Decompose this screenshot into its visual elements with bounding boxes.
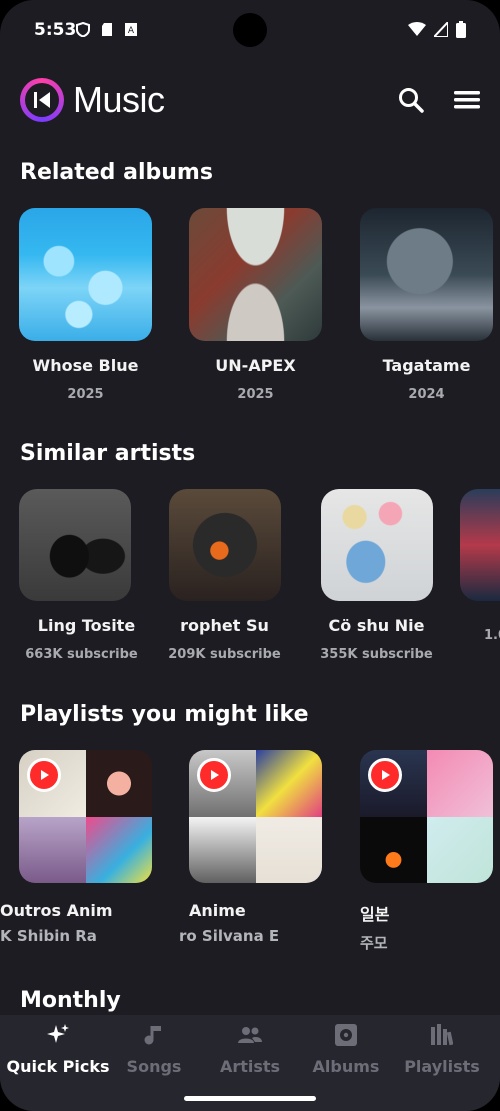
album-card[interactable]: Tagatame 2024	[360, 208, 493, 402]
album-year: 2025	[237, 387, 274, 402]
album-year: 2025	[67, 387, 104, 402]
playlist-subtitle: K Shibin Ra	[0, 927, 97, 945]
nav-label: Artists	[219, 1057, 281, 1076]
section-title-related-albums: Related albums	[20, 160, 213, 185]
album-cover	[189, 208, 322, 341]
album-icon	[334, 1023, 358, 1047]
youtube-music-icon	[27, 758, 61, 792]
music-note-icon	[142, 1023, 166, 1047]
playlists-row: Outros Anim K Shibin Ra Anime ro Silvana…	[0, 750, 500, 960]
section-title-playlists: Playlists you might like	[20, 702, 309, 727]
app-screen: 5:53 A Music Related albums Whose Blue 2…	[0, 0, 500, 1111]
artist-card[interactable]: rophet Su 209K subscribe	[158, 489, 291, 662]
status-bar: 5:53 A	[0, 0, 500, 60]
nav-label: Playlists	[404, 1057, 480, 1076]
artist-card[interactable]: Cö shu Nie 355K subscribe	[310, 489, 443, 662]
playlist-card[interactable]: Anime ro Silvana E	[179, 750, 322, 945]
related-albums-row: Whose Blue 2025 UN-APEX 2025 Tagatame 20…	[0, 208, 500, 408]
menu-icon[interactable]	[454, 89, 480, 111]
playlist-title: Outros Anim	[0, 901, 113, 920]
search-icon[interactable]	[398, 87, 424, 113]
playlist-title: 일본	[360, 905, 390, 924]
playlist-cover	[360, 750, 493, 883]
svg-text:A: A	[128, 26, 135, 36]
artist-photo	[18, 489, 131, 601]
app-title: Music	[73, 79, 165, 120]
camera-cutout	[233, 13, 267, 47]
playlist-subtitle: ro Silvana E	[179, 927, 280, 945]
playlist-card[interactable]: Outros Anim K Shibin Ra	[0, 750, 152, 945]
artist-subscribers: 1.0	[484, 628, 500, 643]
section-title-monthly: Monthly	[20, 988, 121, 1013]
playlist-title: Anime	[189, 901, 246, 920]
library-icon	[430, 1023, 454, 1047]
album-card[interactable]: Whose Blue 2025	[19, 208, 152, 402]
artist-card[interactable]: Ling Tosite 663K subscribe	[8, 489, 141, 662]
album-year: 2024	[408, 387, 445, 402]
battery-icon	[456, 21, 466, 38]
playlist-cover	[189, 750, 322, 883]
artist-photo	[320, 489, 433, 601]
wifi-icon	[408, 22, 426, 36]
signal-icon	[434, 22, 448, 37]
album-cover	[360, 208, 493, 341]
artist-name: Ling Tosite	[37, 616, 136, 635]
home-indicator[interactable]	[184, 1096, 316, 1101]
artist-subscribers: 663K subscribe	[25, 647, 138, 662]
app-header: Music	[20, 76, 480, 124]
artist-card[interactable]: 1.0	[460, 489, 500, 643]
youtube-music-icon	[197, 758, 231, 792]
status-time: 5:53	[34, 20, 77, 40]
playlist-subtitle: 주모	[360, 934, 388, 952]
people-icon	[238, 1023, 262, 1047]
sd-card-icon	[102, 23, 112, 36]
artist-name: rophet Su	[180, 616, 269, 635]
album-title: Tagatame	[382, 356, 471, 375]
nav-label: Albums	[312, 1057, 380, 1076]
album-title: Whose Blue	[32, 356, 139, 375]
section-title-similar-artists: Similar artists	[20, 441, 196, 466]
keyboard-a-icon: A	[125, 23, 137, 36]
artist-subscribers: 209K subscribe	[168, 647, 281, 662]
album-card[interactable]: UN-APEX 2025	[189, 208, 322, 402]
playlist-card[interactable]: 일본 주모	[360, 750, 493, 953]
album-cover	[19, 208, 152, 341]
sparkle-icon	[46, 1023, 70, 1047]
album-title: UN-APEX	[215, 356, 296, 375]
artist-name: Cö shu Nie	[328, 616, 425, 635]
artist-photo	[168, 489, 281, 601]
nav-label: Quick Picks	[6, 1057, 110, 1076]
artist-subscribers: 355K subscribe	[320, 647, 433, 662]
playlist-cover	[19, 750, 152, 883]
youtube-music-icon	[368, 758, 402, 792]
nav-playlists[interactable]: Playlists	[397, 1015, 487, 1111]
shield-icon	[76, 22, 90, 37]
app-logo-icon	[20, 78, 64, 122]
similar-artists-row: Ling Tosite 663K subscribe rophet Su 209…	[0, 489, 500, 689]
artist-photo	[460, 489, 500, 601]
nav-label: Songs	[126, 1057, 182, 1076]
nav-quick-picks[interactable]: Quick Picks	[6, 1015, 110, 1111]
